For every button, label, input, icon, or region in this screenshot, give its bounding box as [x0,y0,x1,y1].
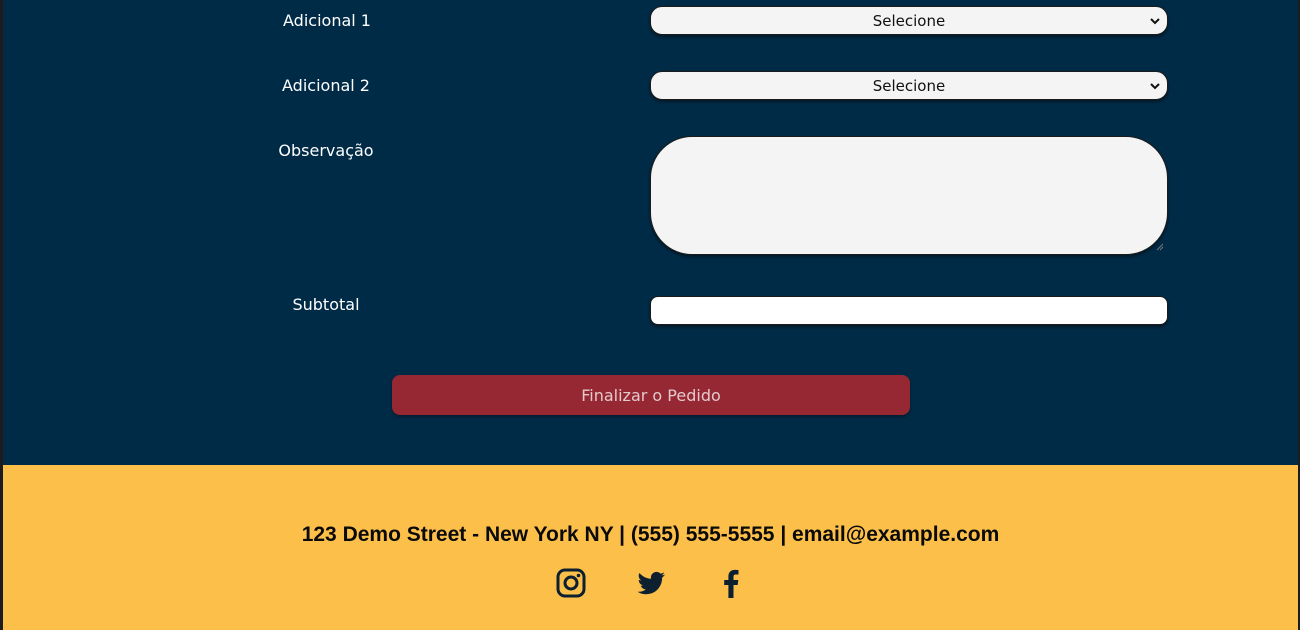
adicional2-select-value: Selecione [872,76,946,95]
subtotal-label: Subtotal [292,295,360,314]
resize-grip-icon[interactable] [1156,243,1164,251]
adicional2-label: Adicional 2 [282,76,370,95]
chevron-down-icon [1150,82,1160,89]
observacao-textarea[interactable] [650,136,1168,255]
order-form: Adicional 1 Selecione Adicional 2 Seleci… [3,0,1298,465]
twitter-icon[interactable] [635,567,667,599]
instagram-icon[interactable] [555,567,587,599]
footer-contact-info: 123 Demo Street - New York NY | (555) 55… [301,523,1000,546]
adicional1-select-value: Selecione [872,11,946,30]
footer: 123 Demo Street - New York NY | (555) 55… [3,465,1298,630]
social-links [3,567,1298,599]
finalizar-pedido-button[interactable]: Finalizar o Pedido [392,375,910,415]
observacao-label: Observação [278,141,374,160]
subtotal-input[interactable] [650,296,1168,325]
adicional1-select[interactable]: Selecione [650,6,1168,35]
adicional1-label: Adicional 1 [283,11,371,30]
adicional2-select[interactable]: Selecione [650,71,1168,100]
facebook-icon[interactable] [715,567,747,599]
chevron-down-icon [1150,17,1160,24]
